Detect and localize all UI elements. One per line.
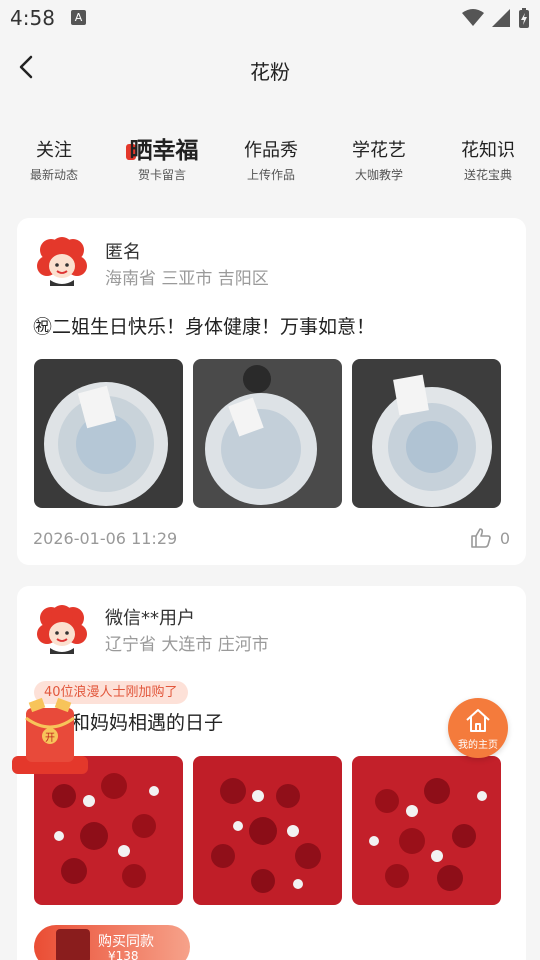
system-icons bbox=[462, 8, 530, 28]
page-title: 花粉 bbox=[250, 60, 290, 84]
avatar[interactable] bbox=[37, 236, 87, 286]
post-photos bbox=[34, 359, 501, 508]
tab-share-happiness-sub: 贺卡留言 bbox=[137, 168, 186, 182]
buy-same-label: 购买同款 bbox=[98, 934, 154, 950]
tab-follow[interactable]: 关注 最新动态 bbox=[9, 138, 99, 183]
status-time: 4:58 bbox=[10, 6, 55, 30]
post-date: 2026-01-06 11:29 bbox=[33, 529, 178, 548]
post-card[interactable]: 微信**用户 辽宁省 大连市 庄河市 纪念和妈妈相遇的日子 bbox=[17, 586, 526, 960]
tab-follow-sub: 最新动态 bbox=[29, 168, 78, 182]
tab-works-sub: 上传作品 bbox=[246, 168, 295, 182]
my-homepage-button[interactable]: 我的主页 bbox=[448, 698, 508, 758]
post-card[interactable]: 匿名 海南省 三亚市 吉阳区 ㊗二姐生日快乐！身体健康！万事如意！ 2026-0… bbox=[17, 218, 526, 565]
status-bar: 4:58 A bbox=[0, 0, 540, 36]
my-homepage-label: 我的主页 bbox=[458, 740, 498, 751]
like-button[interactable]: 0 bbox=[470, 527, 510, 549]
thumbs-up-icon bbox=[471, 528, 491, 548]
post-photo[interactable] bbox=[352, 359, 501, 508]
tab-works[interactable]: 作品秀 上传作品 bbox=[226, 138, 316, 183]
tab-follow-label: 关注 bbox=[36, 140, 72, 161]
tab-knowledge-sub: 送花宝典 bbox=[463, 168, 512, 182]
wifi-icon bbox=[462, 9, 484, 26]
avatar[interactable] bbox=[37, 604, 87, 654]
tab-works-label: 作品秀 bbox=[244, 140, 298, 161]
battery-icon bbox=[519, 8, 529, 28]
product-thumbnail bbox=[56, 929, 90, 960]
red-envelope-widget[interactable]: 开 bbox=[8, 696, 92, 778]
post-photo[interactable] bbox=[352, 756, 501, 905]
post-photo[interactable] bbox=[34, 756, 183, 905]
post-photos bbox=[34, 756, 501, 905]
category-tabs: 关注 最新动态 晒幸福 贺卡留言 作品秀 上传作品 学花艺 大咖教学 花知识 送… bbox=[0, 138, 540, 196]
tab-share-happiness-label: 晒幸福 bbox=[129, 138, 199, 164]
post-photo[interactable] bbox=[34, 359, 183, 508]
post-location: 辽宁省 大连市 庄河市 bbox=[105, 635, 269, 655]
buy-price: ¥138 bbox=[108, 949, 139, 960]
post-username: 微信**用户 bbox=[105, 608, 195, 629]
post-message: ㊗二姐生日快乐！身体健康！万事如意！ bbox=[33, 316, 376, 338]
tab-learn[interactable]: 学花艺 大咖教学 bbox=[334, 138, 424, 183]
buy-same-button[interactable]: 购买同款 ¥138 bbox=[34, 925, 190, 960]
post-location: 海南省 三亚市 吉阳区 bbox=[105, 269, 269, 289]
tab-learn-label: 学花艺 bbox=[352, 140, 406, 161]
post-username: 匿名 bbox=[105, 242, 141, 263]
home-icon bbox=[466, 709, 490, 732]
notification-a-icon: A bbox=[71, 10, 86, 25]
post-photo[interactable] bbox=[193, 756, 342, 905]
red-envelope-open-label: 开 bbox=[45, 733, 55, 744]
signal-icon bbox=[492, 9, 510, 27]
app-header: 花粉 bbox=[0, 36, 540, 102]
post-photo[interactable] bbox=[193, 359, 342, 508]
like-count: 0 bbox=[499, 528, 510, 548]
tab-learn-sub: 大咖教学 bbox=[354, 168, 403, 182]
tab-share-happiness[interactable]: 晒幸福 贺卡留言 bbox=[117, 138, 207, 183]
tab-knowledge[interactable]: 花知识 送花宝典 bbox=[443, 138, 533, 183]
tab-knowledge-label: 花知识 bbox=[461, 140, 515, 161]
